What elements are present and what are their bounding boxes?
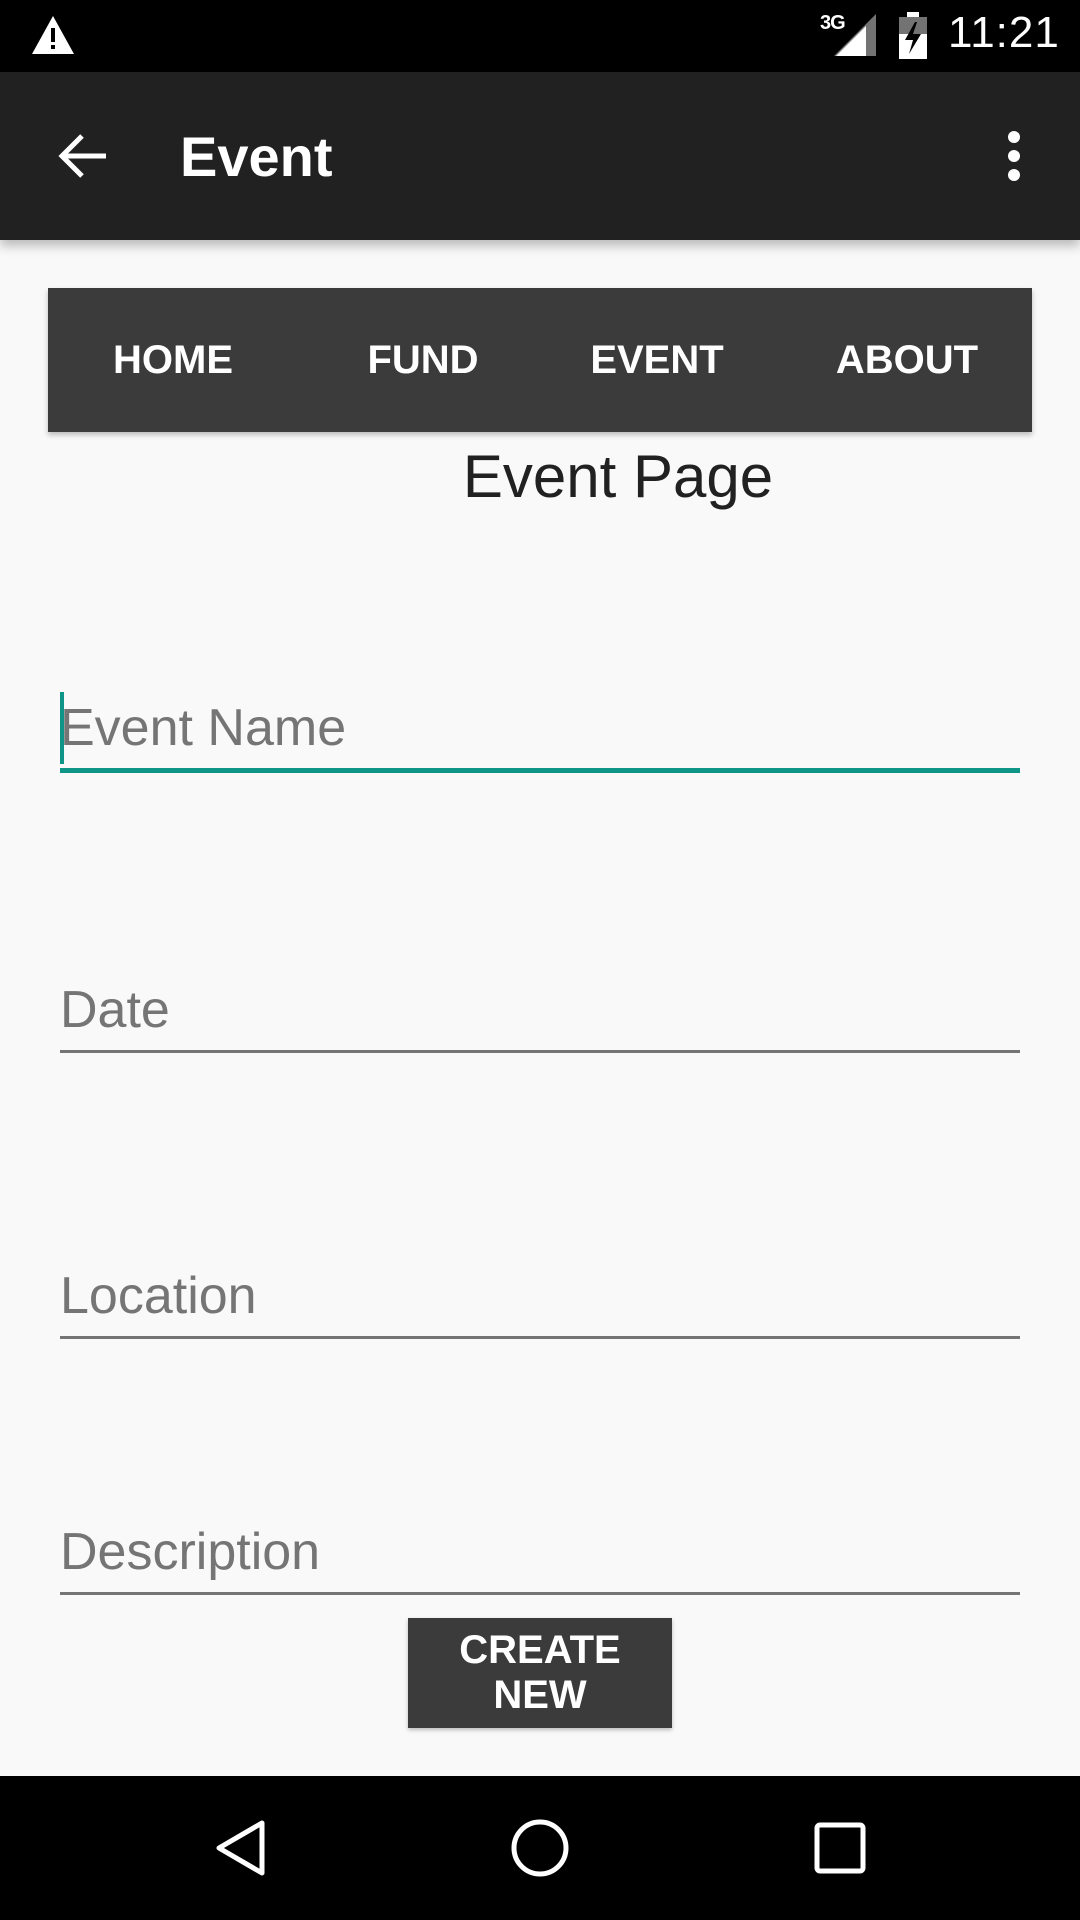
- event-name-field: [60, 688, 1020, 773]
- tab-bar: HOME FUND EVENT ABOUT: [48, 288, 1032, 432]
- text-cursor: [60, 692, 64, 764]
- app-bar: Event: [0, 72, 1080, 240]
- battery-charging-icon: [899, 12, 927, 59]
- location-input[interactable]: [60, 1256, 1020, 1336]
- location-underline: [60, 1336, 1020, 1339]
- tab-event[interactable]: EVENT: [532, 288, 782, 432]
- network-type-label: 3G: [820, 12, 846, 34]
- nav-back-button[interactable]: [190, 1798, 290, 1898]
- overflow-menu-button[interactable]: [990, 114, 1038, 198]
- tab-home[interactable]: HOME: [48, 288, 298, 432]
- description-input[interactable]: [60, 1512, 1020, 1592]
- nav-recents-icon: [814, 1822, 866, 1874]
- date-underline: [60, 1050, 1020, 1053]
- date-input[interactable]: [60, 970, 1020, 1050]
- nav-recents-button[interactable]: [790, 1798, 890, 1898]
- event-name-input[interactable]: [60, 688, 1020, 768]
- back-arrow-icon: [58, 134, 106, 178]
- clock: 11:21: [948, 8, 1060, 57]
- nav-home-button[interactable]: [490, 1798, 590, 1898]
- tab-about[interactable]: ABOUT: [782, 288, 1032, 432]
- event-name-underline: [60, 768, 1020, 773]
- status-bar: 3G 11:21: [0, 0, 1080, 72]
- more-vert-icon: [1008, 131, 1020, 181]
- date-field: [60, 970, 1020, 1053]
- description-underline: [60, 1592, 1020, 1595]
- nav-home-icon: [511, 1819, 569, 1877]
- screen: 3G 11:21 Event HOME FUND EVENT ABOUT Eve…: [0, 0, 1080, 1920]
- tab-fund[interactable]: FUND: [298, 288, 548, 432]
- nav-back-icon: [216, 1820, 265, 1876]
- app-title: Event: [180, 125, 333, 188]
- description-field: [60, 1512, 1020, 1595]
- page-heading: Event Page: [462, 443, 774, 510]
- location-field: [60, 1256, 1020, 1339]
- navigation-bar: [0, 1776, 1080, 1920]
- create-new-button[interactable]: CREATE NEW: [408, 1618, 672, 1728]
- back-button[interactable]: [40, 114, 124, 198]
- warning-icon: [32, 16, 74, 54]
